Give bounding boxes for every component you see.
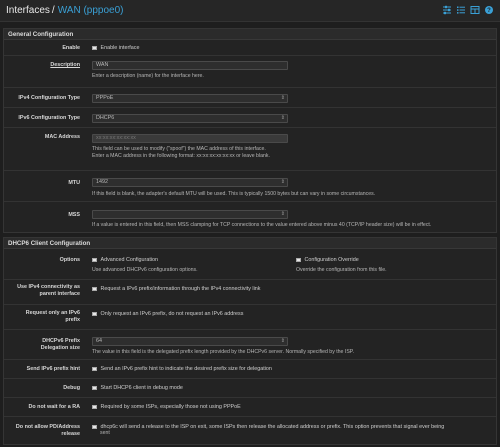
advanced-config-checkbox[interactable]: Advanced Configuration: [92, 257, 158, 263]
no-wait-ra-row: Do not wait for a RA Required by some IS…: [4, 398, 496, 417]
prefix-hint-row: Send IPv6 prefix hint Send an IPv6 prefi…: [4, 360, 496, 379]
no-release-label-2: release: [61, 431, 80, 437]
prefix-size-select[interactable]: 64: [92, 337, 288, 346]
prefix-size-label-1: DHCPv6 Prefix: [42, 338, 80, 344]
mac-address-label: MAC Address: [44, 134, 80, 140]
ipv6-type-label: IPv6 Configuration Type: [18, 115, 80, 121]
ipv4-parent-label-1: Use IPv4 connectivity as: [17, 284, 80, 290]
prefix-hint-label: Send IPv6 prefix hint: [26, 366, 80, 372]
checkbox-icon[interactable]: [92, 286, 97, 292]
no-release-row: Do not allow PD/Address release dhcp6c w…: [4, 417, 496, 444]
header-icons: ?: [442, 5, 494, 15]
mac-address-input[interactable]: xx:xx:xx:xx:xx:xx: [92, 134, 288, 143]
config-override-checkbox[interactable]: Configuration Override: [296, 257, 359, 263]
prefix-only-checkbox[interactable]: Only request an IPv6 prefix, do not requ…: [92, 311, 243, 317]
prefix-size-label-2: Delegation size: [40, 345, 80, 351]
mac-help-2: Enter a MAC address in the following for…: [92, 153, 270, 159]
no-release-text-2: sent: [100, 430, 110, 436]
checkbox-icon[interactable]: [92, 366, 97, 372]
mac-help-1: This field can be used to modify ("spoof…: [92, 146, 266, 152]
breadcrumb-current[interactable]: WAN (pppoe0): [58, 5, 124, 16]
enable-checkbox[interactable]: Enable interface: [92, 45, 139, 51]
ipv6-type-row: IPv6 Configuration Type DHCP6: [4, 108, 496, 128]
checkbox-icon[interactable]: [92, 404, 97, 410]
checkbox-icon[interactable]: [92, 311, 97, 317]
checkbox-icon[interactable]: [92, 45, 97, 51]
breadcrumb-separator: /: [51, 5, 55, 16]
no-release-checkbox[interactable]: dhcp6c will send a release to the ISP on…: [92, 424, 444, 430]
mss-help: If a value is entered in this field, the…: [92, 222, 432, 228]
prefix-only-label-1: Request only an IPv6: [25, 310, 80, 316]
description-row: Description WAN Enter a description (nam…: [4, 56, 496, 88]
ipv4-type-row: IPv4 Configuration Type PPPoE: [4, 88, 496, 108]
panel-title: DHCP6 Client Configuration: [4, 238, 496, 249]
svg-text:?: ?: [487, 8, 491, 14]
config-override-help: Override the configuration from this fil…: [296, 267, 387, 273]
mtu-row: MTU 1492 If this field is blank, the ada…: [4, 171, 496, 202]
debug-row: Debug Start DHCP6 client in debug mode: [4, 379, 496, 398]
no-release-label-1: Do not allow PD/Address: [15, 424, 80, 430]
checkbox-icon[interactable]: [92, 257, 97, 263]
description-help: Enter a description (name) for the inter…: [92, 73, 204, 79]
mss-label: MSS: [68, 212, 80, 218]
enable-row: Enable Enable interface: [4, 41, 496, 56]
options-row: Options Advanced Configuration Use advan…: [4, 250, 496, 280]
ipv4-parent-row: Use IPv4 connectivity as parent interfac…: [4, 280, 496, 305]
description-label: Description: [50, 62, 80, 68]
ipv4-type-select[interactable]: PPPoE: [92, 94, 288, 103]
enable-label: Enable: [62, 45, 80, 51]
breadcrumb-interfaces[interactable]: Interfaces: [6, 5, 50, 16]
prefix-only-label-2: prefix: [65, 317, 80, 323]
prefix-size-help: The value in this field is the delegated…: [92, 349, 355, 355]
mtu-input[interactable]: 1492: [92, 178, 288, 187]
mtu-help: If this field is blank, the adapter's de…: [92, 191, 376, 197]
mss-input[interactable]: [92, 210, 288, 219]
top-bar: Interfaces / WAN (pppoe0) ?: [0, 0, 500, 22]
prefix-size-row: DHCPv6 Prefix Delegation size 64 The val…: [4, 330, 496, 360]
ipv4-type-label: IPv4 Configuration Type: [18, 95, 80, 101]
description-input[interactable]: WAN: [92, 61, 288, 70]
no-wait-ra-checkbox[interactable]: Required by some ISPs, especially those …: [92, 404, 241, 410]
ipv4-parent-checkbox[interactable]: Request a IPv6 prefix/information throug…: [92, 286, 261, 292]
dhcp6-client-panel: DHCP6 Client Configuration Options Advan…: [3, 237, 497, 445]
general-configuration-panel: General Configuration Enable Enable inte…: [3, 28, 497, 233]
no-wait-ra-label: Do not wait for a RA: [28, 404, 80, 410]
help-icon[interactable]: ?: [484, 5, 494, 15]
list-icon[interactable]: [456, 5, 466, 15]
options-label: Options: [59, 257, 80, 263]
checkbox-icon[interactable]: [92, 424, 97, 430]
mtu-label: MTU: [68, 180, 80, 186]
prefix-hint-checkbox[interactable]: Send an IPv6 prefix hint to indicate the…: [92, 366, 272, 372]
checkbox-icon[interactable]: [92, 385, 97, 391]
ipv6-type-select[interactable]: DHCP6: [92, 114, 288, 123]
advanced-config-help: Use advanced DHCPv6 configuration option…: [92, 267, 198, 273]
table-icon[interactable]: [470, 5, 480, 15]
ipv4-parent-label-2: parent interface: [39, 291, 80, 297]
sliders-icon[interactable]: [442, 5, 452, 15]
debug-label: Debug: [63, 385, 80, 391]
panel-title: General Configuration: [4, 29, 496, 40]
mac-address-row: MAC Address xx:xx:xx:xx:xx:xx This field…: [4, 128, 496, 171]
checkbox-icon[interactable]: [296, 257, 301, 263]
debug-checkbox[interactable]: Start DHCP6 client in debug mode: [92, 385, 183, 391]
prefix-only-row: Request only an IPv6 prefix Only request…: [4, 305, 496, 330]
mss-row: MSS If a value is entered in this field,…: [4, 202, 496, 232]
